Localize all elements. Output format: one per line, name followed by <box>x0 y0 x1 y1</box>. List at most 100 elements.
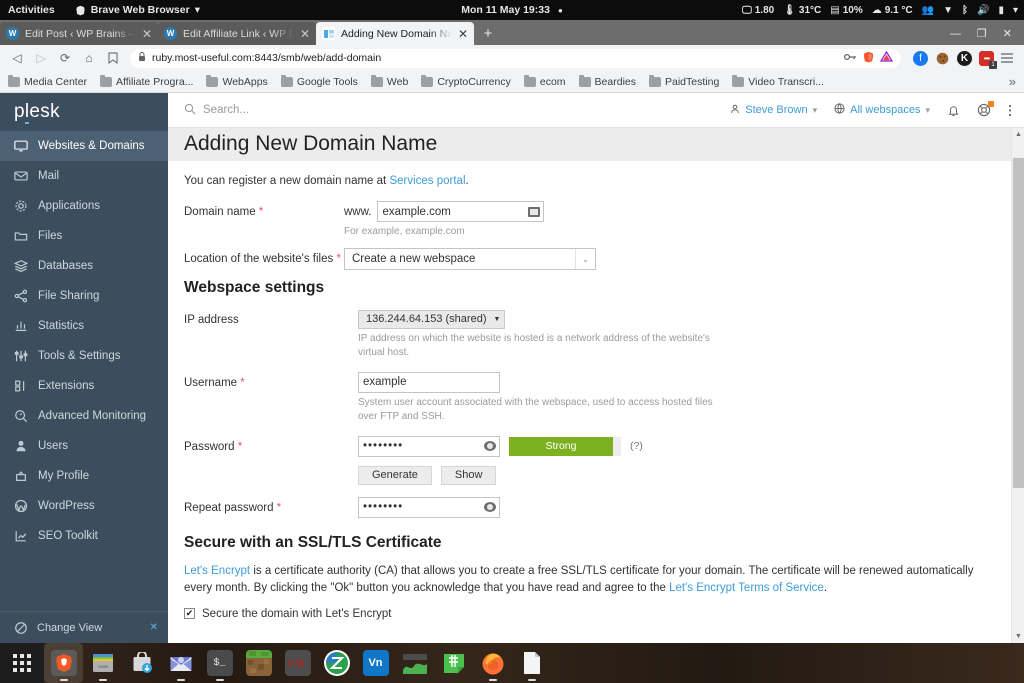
page-scrollbar[interactable]: ▲ ▼ <box>1011 128 1024 643</box>
show-password-button[interactable]: Show <box>440 465 497 485</box>
dock-item-charts-app[interactable] <box>395 643 434 683</box>
lets-encrypt-tos-link[interactable]: Let's Encrypt Terms of Service <box>669 582 824 594</box>
password-manager-icon[interactable] <box>484 441 496 451</box>
services-portal-link[interactable]: Services portal <box>389 175 465 187</box>
password-manager-icon[interactable] <box>484 502 496 512</box>
folder-icon <box>523 74 536 87</box>
plesk-logo[interactable]: plesk <box>0 93 168 131</box>
sidebar-item-seo-toolkit[interactable]: SEO Toolkit <box>0 521 168 551</box>
sidebar-item-users[interactable]: Users <box>0 431 168 461</box>
close-window-button[interactable]: ✕ <box>1003 27 1012 40</box>
bookmark-item[interactable]: CryptoCurrency <box>421 74 511 88</box>
browser-tab-1[interactable]: W Edit Post ‹ WP Brains — Wo ✕ <box>0 22 158 45</box>
brave-shield-icon[interactable] <box>863 51 874 66</box>
clock[interactable]: Mon 11 May 19:33 ● <box>0 4 1024 16</box>
change-view-row[interactable]: Change View ✕ <box>0 611 168 643</box>
sidebar-item-applications[interactable]: Applications <box>0 191 168 221</box>
cookie-icon[interactable] <box>935 51 950 66</box>
kebab-menu-icon[interactable] <box>1008 104 1012 117</box>
bookmark-item[interactable]: Affiliate Progra... <box>100 74 193 88</box>
dock-item-mail-client[interactable] <box>161 643 200 683</box>
dock-item-minecraft[interactable] <box>239 643 278 683</box>
sidebar-item-files[interactable]: Files <box>0 221 168 251</box>
dock-item-sticky-notes[interactable] <box>434 643 473 683</box>
close-icon[interactable]: ✕ <box>142 27 152 41</box>
bookmarks-overflow-button[interactable]: » <box>1009 74 1016 89</box>
minimize-button[interactable]: — <box>950 28 961 40</box>
forward-icon[interactable]: ▷ <box>30 47 52 69</box>
scroll-up-arrow-icon[interactable]: ▲ <box>1012 128 1024 141</box>
lets-encrypt-link[interactable]: Let's Encrypt <box>184 565 250 577</box>
bookmark-item[interactable]: Video Transcri... <box>732 74 824 88</box>
close-icon[interactable]: ✕ <box>300 27 310 41</box>
dock-item-terminal[interactable]: $_ <box>200 643 239 683</box>
sidebar-item-tools-settings[interactable]: Tools & Settings <box>0 341 168 371</box>
app-grid-icon[interactable] <box>0 643 44 683</box>
dock-item-vnc-viewer[interactable]: Vn <box>356 643 395 683</box>
dock-item-text-document[interactable] <box>512 643 551 683</box>
browser-tab-3-active[interactable]: Adding New Domain Name ✕ <box>316 22 474 45</box>
brave-triangle-icon[interactable] <box>879 50 894 65</box>
secure-domain-checkbox-row[interactable]: ✔ Secure the domain with Let's Encrypt <box>184 608 1008 620</box>
dock-item-zotero[interactable] <box>317 643 356 683</box>
bookmark-icon[interactable] <box>102 47 124 69</box>
user-menu[interactable]: Steve Brown ▾ <box>730 104 817 117</box>
repeat-password-input[interactable] <box>358 496 500 518</box>
scrollbar-thumb[interactable] <box>1013 158 1024 488</box>
dock-item-firefox[interactable] <box>473 643 512 683</box>
password-help-link[interactable]: (?) <box>630 440 643 452</box>
address-bar[interactable]: ruby.most-useful.com:8443/smb/web/add-do… <box>130 48 901 68</box>
bookmark-item[interactable]: Beardies <box>578 74 636 88</box>
chevron-down-icon[interactable]: ⌄ <box>575 249 595 269</box>
domain-name-input[interactable] <box>377 201 545 222</box>
kaspersky-icon[interactable]: K <box>957 50 972 66</box>
back-icon[interactable]: ◁ <box>6 47 28 69</box>
dock-item-software-installer[interactable] <box>122 643 161 683</box>
password-input[interactable] <box>358 435 500 457</box>
sidebar-item-extensions[interactable]: Extensions <box>0 371 168 401</box>
key-icon[interactable] <box>843 52 857 65</box>
bookmark-item[interactable]: ecom <box>523 74 566 88</box>
dock-item-vm-manager[interactable]: VM <box>278 643 317 683</box>
sidebar-item-statistics[interactable]: Statistics <box>0 311 168 341</box>
plesk-main: Search... Steve Brown ▾ All webspaces ▾ … <box>168 93 1024 643</box>
maximize-button[interactable]: ❐ <box>977 27 987 40</box>
bookmark-item[interactable]: WebApps <box>206 74 268 88</box>
webspaces-selector[interactable]: All webspaces ▾ <box>834 103 930 117</box>
running-indicator <box>215 679 224 681</box>
close-icon[interactable]: ✕ <box>458 27 468 41</box>
bookmark-item[interactable]: PaidTesting <box>649 74 719 88</box>
browser-tab-2[interactable]: W Edit Affiliate Link ‹ WP Brain ✕ <box>158 22 316 45</box>
sidebar-item-file-sharing[interactable]: File Sharing <box>0 281 168 311</box>
search-input[interactable]: Search... <box>184 103 249 118</box>
generate-password-button[interactable]: Generate <box>358 465 432 485</box>
sidebar-item-databases[interactable]: Databases <box>0 251 168 281</box>
plesk-topbar: Search... Steve Brown ▾ All webspaces ▾ <box>168 93 1024 128</box>
location-select[interactable]: Create a new webspace ⌄ <box>344 248 596 270</box>
home-icon[interactable]: ⌂ <box>78 47 100 69</box>
bell-icon[interactable] <box>947 104 960 117</box>
recording-indicator-icon: ● <box>557 5 563 15</box>
lastpass-icon[interactable]: ••• 1 <box>979 50 997 69</box>
sidebar-item-websites-domains[interactable]: Websites & Domains <box>0 131 168 161</box>
close-icon[interactable]: ✕ <box>150 622 158 633</box>
dock-item-file-manager[interactable] <box>83 643 122 683</box>
scroll-down-arrow-icon[interactable]: ▼ <box>1012 630 1024 643</box>
username-input[interactable] <box>358 371 500 393</box>
ip-address-select[interactable]: 136.244.64.153 (shared) ▼ <box>358 309 506 329</box>
reload-icon[interactable]: ⟳ <box>54 47 76 69</box>
autofill-icon[interactable] <box>528 206 541 217</box>
sidebar-item-wordpress[interactable]: WordPress <box>0 491 168 521</box>
sidebar-item-advanced-monitoring[interactable]: Advanced Monitoring <box>0 401 168 431</box>
facebook-icon[interactable]: f <box>913 50 928 66</box>
secure-domain-checkbox[interactable]: ✔ <box>184 608 195 619</box>
bookmark-item[interactable]: Media Center <box>8 74 87 88</box>
bookmark-item[interactable]: Google Tools <box>280 74 358 88</box>
lifebuoy-icon[interactable] <box>977 101 994 117</box>
bookmark-item[interactable]: Web <box>370 74 408 88</box>
sidebar-item-mail[interactable]: Mail <box>0 161 168 191</box>
hamburger-menu-icon[interactable] <box>996 47 1018 69</box>
new-tab-button[interactable]: + <box>474 22 502 45</box>
dock-item-brave-browser[interactable] <box>44 643 83 683</box>
sidebar-item-my-profile[interactable]: My Profile <box>0 461 168 491</box>
